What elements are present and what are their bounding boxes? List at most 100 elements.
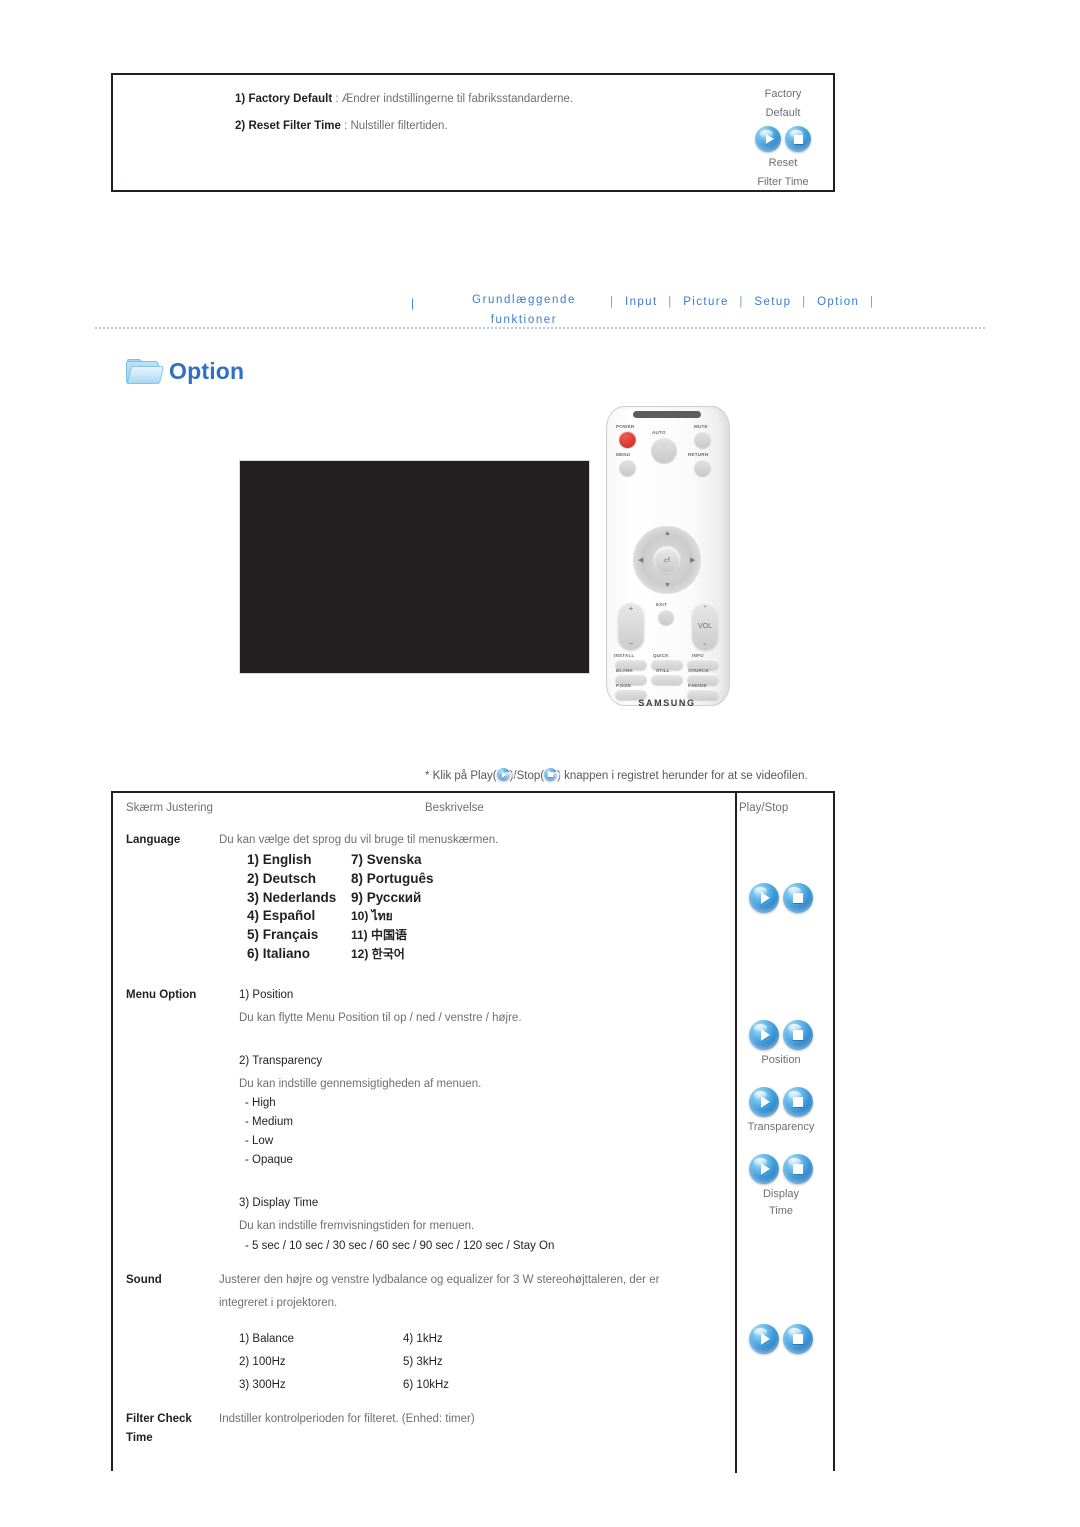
remote-volume-rocker[interactable]: ⌃ VOL ⌄ [692,602,718,650]
note-middle: )/Stop( [509,770,545,782]
filter-check-desc: Indstiller kontrolperioden for filteret.… [219,1413,475,1425]
play-button-icon[interactable] [755,126,781,152]
note-suffix: ) knappen i registret herunder for at se… [557,770,808,782]
remote-label-info: INFO [692,653,704,658]
play-button-icon[interactable] [749,1154,779,1184]
sound-option-4: 4) 1kHz [403,1333,443,1345]
remote-ir-window [633,411,701,418]
screen-preview-image [239,460,590,674]
language-item-5: 5) Français [247,927,319,943]
language-item-10: 10) ไทย [351,909,393,924]
row-label-menu-option: Menu Option [126,989,197,1001]
stop-button-icon[interactable] [783,1087,813,1117]
stop-button-icon[interactable] [783,1020,813,1050]
nav-separator-1: | [668,296,673,308]
remote-label-quick: QUICK [653,653,669,658]
sound-play-stop-pair [731,1324,831,1354]
top-info-item-2: 2) Reset Filter Time : Nulstiller filter… [235,113,655,140]
position-play-stop-pair [731,1020,831,1050]
remote-auto-button[interactable] [651,437,677,463]
stop-button-icon[interactable] [783,1324,813,1354]
stop-button-icon[interactable] [783,883,813,913]
menu-option-sub2-opt-4: - Opaque [245,1154,293,1166]
section-heading: Option [126,358,244,385]
remote-zoom-rocker[interactable]: + − [618,602,644,650]
sound-desc-line1: Justerer den højre og venstre lydbalance… [219,1274,660,1286]
top-info-item-2-colon: : [340,120,351,132]
language-item-7: 7) Svenska [351,852,422,867]
display-time-button-label-line1: Display [762,1188,800,1200]
menu-option-sub3-title: 3) Display Time [239,1197,319,1209]
top-button-label-line4: Filter Time [757,176,809,188]
nav-tab-setup[interactable]: Setup [754,296,791,308]
row-label-sound: Sound [126,1274,162,1286]
top-play-stop-pair [733,126,833,152]
remote-left-arrow-icon[interactable]: ◀ [638,556,643,564]
sound-option-3: 3) 300Hz [239,1379,286,1391]
nav-separator-2: | [739,296,744,308]
menu-option-sub1-desc: Du kan flytte Menu Position til op / ned… [239,1012,522,1024]
remote-enter-button[interactable]: ⏎ [654,547,680,573]
remote-label-menu: MENU [616,452,631,457]
remote-label-still: STILL [656,668,670,673]
menu-option-sub2-opt-1: - High [245,1097,276,1109]
language-list-image: 1) English 2) Deutsch 3) Nederlands 4) E… [239,851,459,969]
language-item-12: 12) 한국어 [351,946,405,961]
menu-option-sub1-title: 1) Position [239,989,294,1001]
sound-play-stop-block [731,1321,831,1356]
nav-tab-input[interactable]: Input [625,296,658,308]
remote-exit-button[interactable] [658,609,674,625]
remote-label-vol: VOL [697,622,712,630]
remote-power-button[interactable] [619,431,636,448]
remote-up-arrow-icon[interactable]: ▲ [664,530,671,537]
top-info-item-2-desc: Nulstiller filtertiden. [350,120,448,132]
menu-option-sub3-desc: Du kan indstille fremvisningstiden for m… [239,1220,475,1232]
transparency-play-stop-pair [731,1087,831,1117]
sound-desc-line2: integreret i projektoren. [219,1297,338,1309]
table-header-description: Beskrivelse [425,802,484,814]
nav-separator-4: | [869,296,875,308]
language-item-3: 3) Nederlands [247,889,337,905]
language-item-4: 4) Español [247,908,316,924]
stop-button-icon[interactable] [783,1154,813,1184]
folder-icon [126,359,165,384]
remote-down-arrow-icon[interactable]: ▼ [664,582,671,589]
language-play-stop-block [731,880,831,915]
position-button-label: Position [761,1054,801,1066]
nav-tab-option[interactable]: Option [817,296,859,308]
remote-label-exit: EXIT [656,602,668,607]
position-play-stop-block: Position [731,1017,831,1069]
top-info-item-1: 1) Factory Default : Ændrer indstillinge… [235,86,655,113]
nav-tab-list: | Input | Picture | Setup | Option | [610,296,874,308]
remote-menu-button[interactable] [619,459,636,476]
row-label-language: Language [126,834,181,846]
play-button-icon[interactable] [749,1020,779,1050]
play-button-icon[interactable] [749,883,779,913]
nav-section-title-line1: Grundlæggende [472,294,576,306]
nav-tab-picture[interactable]: Picture [683,296,729,308]
language-list-right-column: 7) Svenska 8) Português 9) Русский 10) ไ… [351,851,434,964]
play-button-icon[interactable] [749,1087,779,1117]
sound-option-1: 1) Balance [239,1333,294,1345]
remote-return-button[interactable] [694,459,711,476]
language-item-1: 1) English [247,852,312,867]
remote-mute-button[interactable] [694,431,711,448]
remote-still-button[interactable] [651,674,683,685]
menu-option-sub2-opt-2: - Medium [245,1116,293,1128]
sound-option-2: 2) 100Hz [239,1356,286,1368]
top-button-label-line3: Reset [768,157,798,169]
remote-label-return: RETURN [688,452,709,457]
stop-button-icon[interactable] [785,126,811,152]
display-time-button-label-line2: Time [768,1205,794,1217]
menu-option-sub3-opt-1: - 5 sec / 10 sec / 30 sec / 60 sec / 90 … [245,1240,555,1252]
nav-section-title[interactable]: Grundlæggende funktioner [409,290,639,330]
remote-label-pmode: P.MODE [688,683,707,688]
remote-right-arrow-icon[interactable]: ▶ [690,556,695,564]
top-info-item-2-num: 2) [235,120,246,132]
play-button-icon[interactable] [749,1324,779,1354]
row-desc-language: Du kan vælge det sprog du vil bruge til … [219,834,499,846]
menu-option-sub2-title: 2) Transparency [239,1055,323,1067]
language-list-left-column: 1) English 2) Deutsch 3) Nederlands 4) E… [247,851,336,964]
menu-option-sub2-opt-3: - Low [245,1135,274,1147]
table-header-row: Skærm Justering Beskrivelse Play/Stop [113,793,833,825]
